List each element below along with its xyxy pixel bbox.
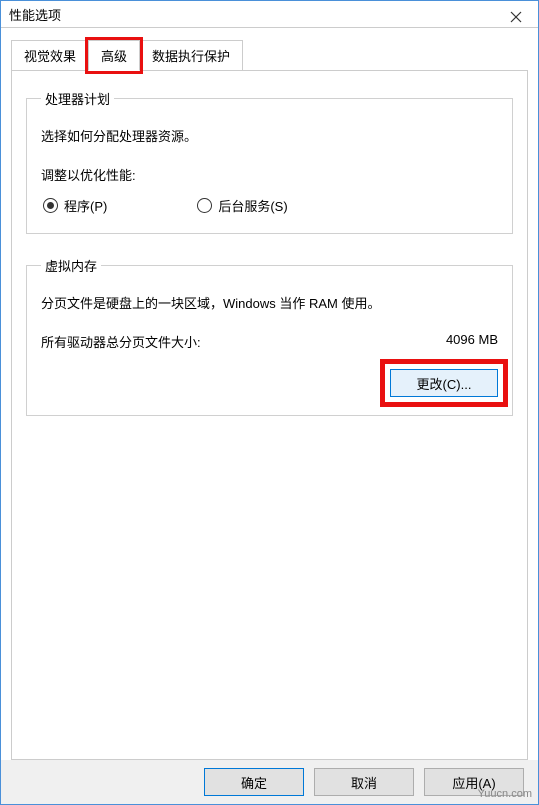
tab-advanced-label: 高级: [101, 49, 127, 64]
titlebar: 性能选项: [1, 1, 538, 28]
close-icon: [510, 11, 522, 23]
vm-total-value: 4096 MB: [446, 332, 498, 351]
radio-background-services[interactable]: 后台服务(S): [197, 196, 287, 215]
tab-dep[interactable]: 数据执行保护: [139, 40, 243, 71]
vm-desc: 分页文件是硬盘上的一块区域，Windows 当作 RAM 使用。: [41, 293, 498, 312]
tab-strip: 视觉效果 高级 数据执行保护: [11, 40, 528, 71]
tab-visual-effects[interactable]: 视觉效果: [11, 40, 89, 71]
radio-icon-checked: [43, 198, 58, 213]
radio-services-label: 后台服务(S): [218, 196, 287, 215]
tab-advanced[interactable]: 高级: [88, 40, 140, 71]
processor-legend: 处理器计划: [41, 89, 114, 108]
apply-button[interactable]: 应用(A): [424, 768, 524, 796]
vm-total-label: 所有驱动器总分页文件大小:: [41, 332, 201, 351]
performance-options-dialog: 性能选项 视觉效果 高级 数据执行保护 处理器计划 选择如何分配处理器资源。 调…: [0, 0, 539, 805]
change-button[interactable]: 更改(C)...: [390, 369, 498, 397]
window-title: 性能选项: [9, 5, 61, 24]
radio-icon-unchecked: [197, 198, 212, 213]
adjust-label: 调整以优化性能:: [41, 165, 498, 184]
vm-total-row: 所有驱动器总分页文件大小: 4096 MB: [41, 332, 498, 351]
ok-button[interactable]: 确定: [204, 768, 304, 796]
dialog-footer: 确定 取消 应用(A) Yuucn.com: [1, 760, 538, 804]
cancel-button[interactable]: 取消: [314, 768, 414, 796]
content-area: 视觉效果 高级 数据执行保护 处理器计划 选择如何分配处理器资源。 调整以优化性…: [1, 28, 538, 760]
vm-legend: 虚拟内存: [41, 256, 101, 275]
radio-row: 程序(P) 后台服务(S): [41, 196, 498, 215]
radio-programs-label: 程序(P): [64, 196, 107, 215]
radio-programs[interactable]: 程序(P): [43, 196, 107, 215]
virtual-memory-group: 虚拟内存 分页文件是硬盘上的一块区域，Windows 当作 RAM 使用。 所有…: [26, 256, 513, 416]
advanced-panel: 处理器计划 选择如何分配处理器资源。 调整以优化性能: 程序(P) 后台服务(S…: [11, 70, 528, 760]
vm-button-row: 更改(C)...: [41, 369, 498, 397]
processor-scheduling-group: 处理器计划 选择如何分配处理器资源。 调整以优化性能: 程序(P) 后台服务(S…: [26, 89, 513, 234]
processor-desc: 选择如何分配处理器资源。: [41, 126, 498, 145]
